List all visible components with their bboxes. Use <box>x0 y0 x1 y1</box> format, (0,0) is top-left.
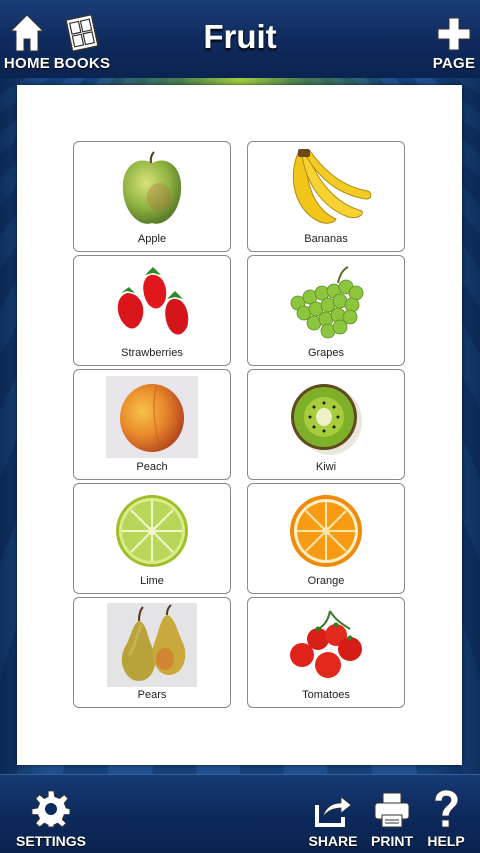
card-orange[interactable]: Orange <box>247 483 405 594</box>
apple-icon <box>122 151 182 224</box>
bananas-icon <box>292 149 372 224</box>
tomatoes-icon <box>290 610 362 678</box>
printer-icon <box>374 792 410 828</box>
pears-icon <box>107 603 197 687</box>
help-label: HELP <box>427 833 465 849</box>
card-label: Grapes <box>307 347 345 359</box>
print-label: PRINT <box>371 833 413 849</box>
settings-button[interactable]: SETTINGS <box>14 783 88 849</box>
card-grapes[interactable]: Grapes <box>247 255 405 366</box>
grapes-icon <box>290 266 364 339</box>
peach-icon <box>106 376 198 458</box>
top-toolbar: HOME BOOKS Fruit PAGE <box>0 0 480 79</box>
card-kiwi[interactable]: Kiwi <box>247 369 405 480</box>
orange-icon <box>290 495 362 567</box>
card-label: Pears <box>137 689 167 701</box>
lime-icon <box>116 495 188 567</box>
strawberries-icon <box>117 267 189 335</box>
card-label: Lime <box>140 575 164 587</box>
page-label: PAGE <box>432 55 476 72</box>
help-button[interactable]: HELP <box>424 783 468 849</box>
card-label: Apple <box>137 233 167 245</box>
add-page-button[interactable]: PAGE <box>432 6 476 72</box>
card-apple[interactable]: Apple <box>73 141 231 252</box>
card-strawberries[interactable]: Strawberries <box>73 255 231 366</box>
card-pears[interactable]: Pears <box>73 597 231 708</box>
card-label: Peach <box>136 461 168 473</box>
book-page: Apple Bananas Strawberries Grapes Peach … <box>17 85 462 765</box>
question-mark-icon <box>434 789 459 828</box>
share-icon <box>315 796 352 827</box>
print-button[interactable]: PRINT <box>366 783 418 849</box>
share-label: SHARE <box>308 833 358 849</box>
kiwi-icon <box>291 384 362 455</box>
card-bananas[interactable]: Bananas <box>247 141 405 252</box>
card-label: Orange <box>307 575 345 587</box>
books-label: BOOKS <box>53 55 111 72</box>
card-lime[interactable]: Lime <box>73 483 231 594</box>
plus-icon <box>437 17 471 51</box>
card-label: Kiwi <box>315 461 337 473</box>
share-button[interactable]: SHARE <box>306 783 360 849</box>
page-title: Fruit <box>203 18 277 55</box>
card-tomatoes[interactable]: Tomatoes <box>247 597 405 708</box>
card-label: Bananas <box>304 233 348 245</box>
gear-icon <box>31 790 71 828</box>
bottom-toolbar: SETTINGS SHARE PRINT HELP <box>0 774 480 853</box>
settings-label: SETTINGS <box>15 833 86 849</box>
card-label: Strawberries <box>121 347 183 359</box>
card-label: Tomatoes <box>302 689 350 701</box>
card-peach[interactable]: Peach <box>73 369 231 480</box>
home-label: HOME <box>3 55 51 72</box>
